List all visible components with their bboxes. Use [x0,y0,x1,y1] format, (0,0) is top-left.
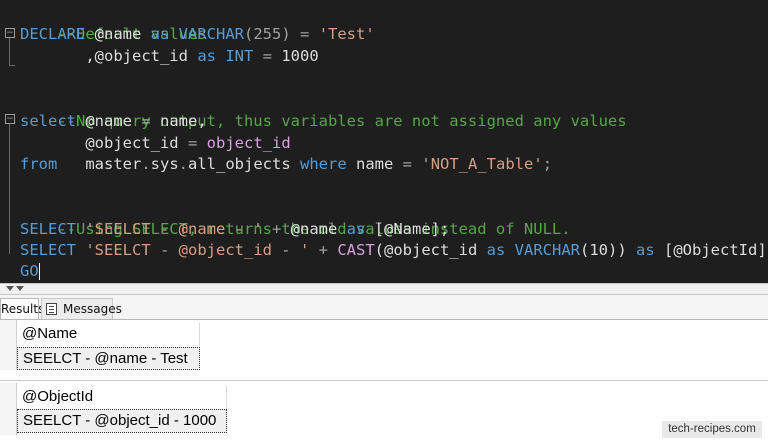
results-pane: @Name SEELCT - @name - Test @ObjectId SE… [0,320,768,443]
fold-guide [9,38,10,65]
keyword: as [486,241,506,259]
punctuation: (255) [244,25,300,43]
code-line-6: select @name = name, [20,110,207,132]
keyword: VARCHAR [514,241,580,259]
code-line-2: DECLARE @name as VARCHAR(255) = 'Test' [20,23,375,45]
row-number-column [0,320,17,370]
fold-guide [9,124,10,254]
operator: = [402,155,413,173]
string-literal: 'SEELCT - @name - ' [85,220,263,238]
keyword: VARCHAR [178,25,244,43]
number-literal: 1000 [272,47,319,65]
grid-separator [0,380,768,381]
identifier: (@object_id [374,241,487,259]
operator: = [187,134,198,152]
column-header[interactable]: @Name [17,323,200,346]
code-line-11: SELECT 'SEELCT - @name - ' + @name as [@… [20,218,449,240]
identifier: ,@object_id [20,47,198,65]
identifier: @name [281,220,347,238]
collapse-arrow-icon[interactable] [6,286,14,291]
identifier: master [85,155,142,173]
keyword: as [346,220,366,238]
operator: + [272,220,282,238]
code-line-13: GO [20,260,40,282]
keyword: DECLARE [20,25,86,43]
identifier: @name [76,112,142,130]
identifier: name, [150,112,207,130]
code-line-5: --No query output, thus variables are no… [20,88,626,130]
punctuation: . [178,155,189,173]
expand-arrow-icon[interactable] [16,286,24,291]
code-line-7: @object_id = object_id [20,132,291,154]
operator: = [262,47,273,65]
results-tab-bar: Results Messages [0,295,768,320]
query-editor[interactable]: − − --Default values DECLARE @name as VA… [0,0,768,283]
string-literal: 'SEELCT - @object_id - ' [85,241,310,259]
function-name: object_id [206,134,291,152]
keyword: INT [225,47,254,65]
operator: = [141,112,151,130]
keyword: as [197,47,216,65]
operator: = [300,25,310,43]
keyword: as [150,25,170,43]
keyword: from [20,155,58,173]
keyword: as [636,241,655,259]
punctuation: ; [542,155,553,173]
code-line-12: SELECT 'SEELCT - @object_id - ' + CAST(@… [20,239,768,261]
identifier: @object_id [20,134,188,152]
collapse-icon[interactable]: − [5,114,15,124]
string-literal: 'NOT_A_Table' [421,155,543,173]
text-caret [38,263,40,280]
column-header[interactable]: @ObjectId [17,386,227,409]
identifier: (10)) [580,241,636,259]
punctuation: . [141,155,151,173]
identifier: all_objects [188,155,300,173]
tab-messages[interactable]: Messages [41,298,122,319]
messages-icon [46,303,57,315]
tab-results[interactable]: Results [0,298,44,319]
watermark: tech-recipes.com [662,421,762,438]
identifier: sys [150,155,179,173]
function-name: CAST [337,241,375,259]
keyword: SELECT [20,241,76,259]
collapse-icon[interactable]: − [5,28,15,38]
keyword: GO [20,262,39,280]
string-literal: 'Test' [318,25,375,43]
identifier: name [346,155,403,173]
grid-cell[interactable]: SEELCT - @object_id - 1000 [17,409,227,433]
keyword: where [300,155,347,173]
pane-splitter[interactable] [0,283,768,295]
fold-guide-end [9,65,15,66]
operator: + [318,241,328,259]
grid-cell[interactable]: SEELCT - @name - Test [17,347,200,370]
keyword: SELECT [20,220,76,238]
code-line-1: --Default values [20,1,206,43]
identifier: [@Name]; [365,220,450,238]
code-line-8: from master.sys.all_objects where name =… [20,153,552,175]
identifier: @name [85,25,151,43]
code-line-3: ,@object_id as INT = 1000 [20,45,319,67]
keyword: select [20,112,76,130]
identifier: [@ObjectId]; [654,241,768,259]
tab-messages-label: Messages [63,302,122,316]
tab-results-label: Results [1,302,45,316]
code-line-10: --Using SELECT, returns the old values i… [20,196,570,238]
row-number-column [0,383,17,435]
